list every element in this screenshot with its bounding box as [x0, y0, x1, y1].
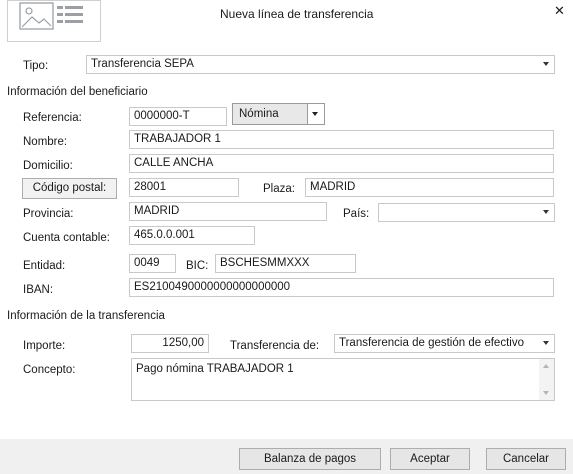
entidad-input[interactable]: 0049: [129, 254, 176, 273]
transferencia-de-label: Transferencia de:: [230, 340, 320, 352]
concepto-label: Concepto:: [23, 364, 76, 376]
chevron-down-icon: [543, 210, 549, 214]
tipo-select[interactable]: Transferencia SEPA: [86, 55, 555, 74]
provincia-input[interactable]: MADRID: [129, 202, 327, 221]
pais-label: País:: [343, 208, 370, 220]
entidad-label: Entidad:: [23, 260, 66, 272]
domicilio-input[interactable]: CALLE ANCHA: [129, 154, 554, 173]
pais-select[interactable]: [378, 203, 555, 222]
provincia-label: Provincia:: [23, 208, 74, 220]
importe-input[interactable]: 1250,00: [131, 334, 209, 353]
header-icon-frame: [7, 0, 101, 42]
referencia-label: Referencia:: [23, 112, 82, 124]
importe-label: Importe:: [23, 340, 66, 352]
codigo-postal-button[interactable]: Código postal:: [22, 178, 117, 199]
chevron-down-icon: [543, 62, 549, 66]
tipo-select-value: Transferencia SEPA: [91, 58, 194, 70]
plaza-input[interactable]: MADRID: [305, 178, 554, 197]
chevron-down-icon: [312, 112, 318, 116]
referencia-tipo-value: Nómina: [239, 108, 279, 120]
cuenta-contable-input[interactable]: 465.0.0.001: [129, 226, 255, 245]
domicilio-label: Domicilio:: [23, 160, 73, 172]
referencia-tipo-dropdown[interactable]: [307, 104, 324, 124]
referencia-tipo-select[interactable]: Nómina: [232, 103, 325, 125]
tipo-label: Tipo:: [23, 60, 49, 72]
nombre-input[interactable]: TRABAJADOR 1: [129, 130, 554, 149]
beneficiario-section-title: Información del beneficiario: [7, 86, 148, 98]
cuenta-contable-label: Cuenta contable:: [23, 232, 110, 244]
dialog-title: Nueva línea de transferencia: [220, 7, 374, 21]
balanza-pagos-button[interactable]: Balanza de pagos: [239, 448, 381, 470]
chevron-down-icon: [543, 341, 549, 345]
bic-label: BIC:: [186, 260, 209, 272]
cancelar-button[interactable]: Cancelar: [486, 448, 566, 470]
iban-input[interactable]: ES2100490000000000000000: [129, 278, 554, 297]
transferencia-section-title: Información de la transferencia: [7, 310, 165, 322]
plaza-label: Plaza:: [263, 183, 295, 195]
referencia-input[interactable]: 0000000-T: [129, 107, 227, 126]
transferencia-de-value: Transferencia de gestión de efectivo: [339, 337, 524, 349]
bic-input[interactable]: BSCHESMMXXX: [215, 254, 356, 273]
codigo-postal-input[interactable]: 28001: [129, 178, 239, 197]
aceptar-button[interactable]: Aceptar: [390, 448, 470, 470]
iban-label: IBAN:: [23, 284, 54, 296]
scroll-down-icon[interactable]: [543, 391, 549, 395]
transferencia-de-select[interactable]: Transferencia de gestión de efectivo: [334, 334, 555, 353]
concepto-textarea[interactable]: Pago nómina TRABAJADOR 1: [131, 358, 555, 401]
transfer-document-icon: [19, 2, 83, 30]
scroll-up-icon[interactable]: [543, 364, 549, 368]
concepto-scrollbar[interactable]: [539, 359, 554, 400]
concepto-text: Pago nómina TRABAJADOR 1: [136, 363, 294, 375]
close-icon[interactable]: ✕: [554, 4, 565, 18]
nombre-label: Nombre:: [23, 136, 68, 148]
